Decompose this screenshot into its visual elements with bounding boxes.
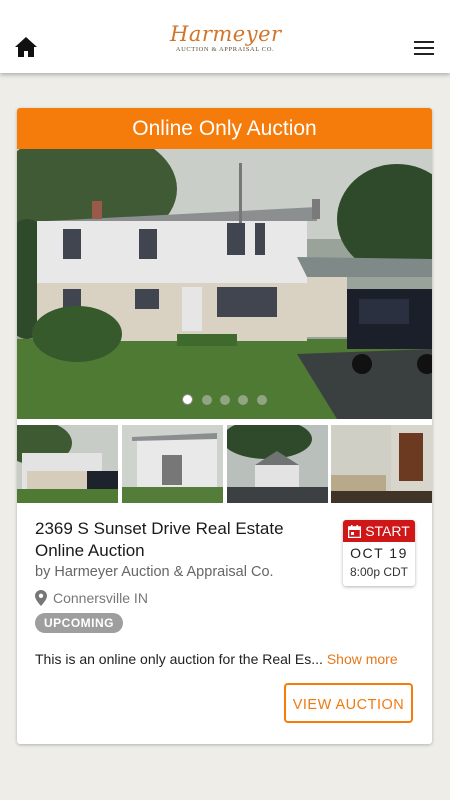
carousel-dot[interactable] bbox=[220, 395, 230, 405]
date-day: OCT 19 bbox=[350, 545, 408, 561]
auction-description: This is an online only auction for the R… bbox=[35, 651, 398, 667]
thumbnail-3[interactable] bbox=[227, 425, 328, 503]
carousel-dot[interactable] bbox=[201, 395, 212, 405]
carousel-dots bbox=[17, 392, 432, 410]
carousel-dot[interactable] bbox=[256, 395, 267, 405]
calendar-icon bbox=[348, 524, 362, 538]
date-label-bar: START bbox=[343, 520, 415, 542]
logo-name: Harmeyer bbox=[170, 22, 282, 46]
start-date-box: START OCT 19 8:00p CDT bbox=[343, 520, 415, 586]
logo-subtitle: AUCTION & APPRAISAL CO. bbox=[175, 46, 275, 53]
thumbnail-4[interactable] bbox=[331, 425, 432, 503]
location-pin-icon bbox=[35, 590, 47, 606]
auction-info: 2369 S Sunset Drive Real Estate Online A… bbox=[35, 518, 335, 633]
auction-type-banner: Online Only Auction bbox=[17, 108, 432, 149]
company-logo[interactable]: Harmeyer AUCTION & APPRAISAL CO. bbox=[170, 22, 282, 66]
hero-photo-carousel[interactable] bbox=[17, 149, 432, 419]
show-more-link[interactable]: Show more bbox=[327, 651, 398, 667]
hamburger-menu-icon[interactable] bbox=[414, 41, 434, 55]
carousel-dot[interactable] bbox=[238, 395, 249, 405]
top-app-bar: Harmeyer AUCTION & APPRAISAL CO. bbox=[0, 0, 450, 73]
house-photo bbox=[17, 149, 432, 419]
thumbnail-strip bbox=[17, 425, 432, 503]
carousel-dot[interactable] bbox=[182, 394, 194, 405]
auction-location: Connersville IN bbox=[35, 590, 335, 606]
auction-title[interactable]: 2369 S Sunset Drive Real Estate Online A… bbox=[35, 518, 335, 562]
auction-organizer: by Harmeyer Auction & Appraisal Co. bbox=[35, 564, 274, 580]
status-badge: UPCOMING bbox=[35, 613, 123, 633]
date-time: 8:00p CDT bbox=[349, 565, 409, 579]
description-text: This is an online only auction for the R… bbox=[35, 651, 323, 667]
thumbnail-2[interactable] bbox=[122, 425, 223, 503]
auction-card: Online Only Auction 2369 S Sunset Drive … bbox=[17, 108, 432, 744]
view-auction-button[interactable]: VIEW AUCTION bbox=[284, 683, 413, 723]
location-text: Connersville IN bbox=[53, 590, 148, 606]
date-label: START bbox=[365, 523, 410, 539]
thumbnail-1[interactable] bbox=[17, 425, 118, 503]
home-icon[interactable] bbox=[14, 36, 38, 58]
